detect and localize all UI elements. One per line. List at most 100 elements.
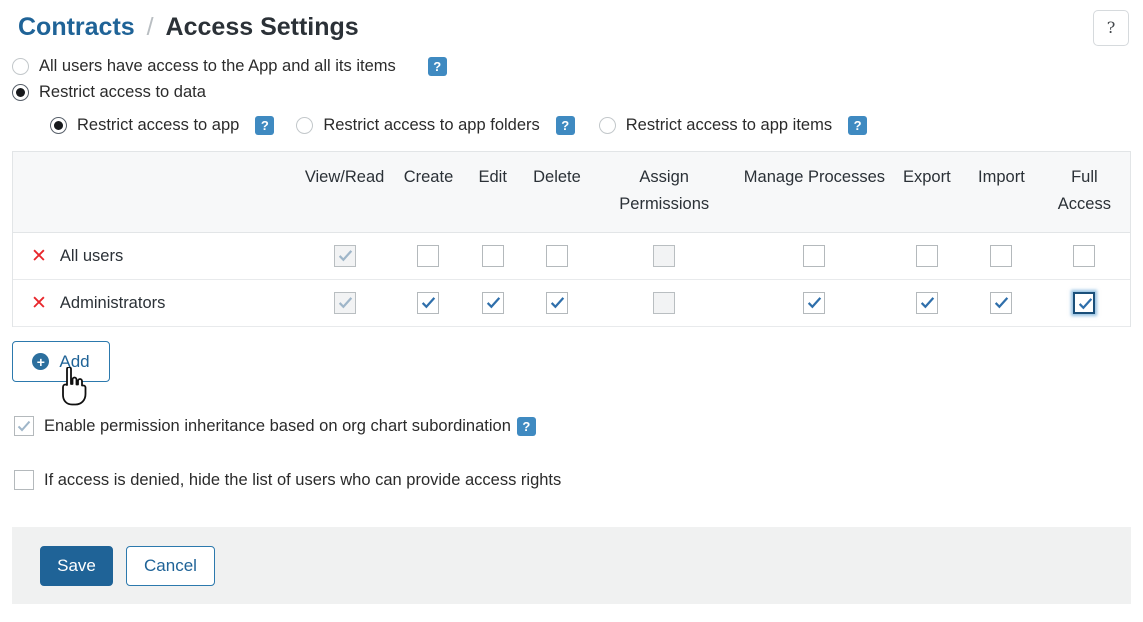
column-header-delete: Delete bbox=[524, 152, 590, 233]
permissions-header-row: View/Read Create Edit Delete Assign Perm… bbox=[13, 152, 1130, 233]
checkmark-icon bbox=[1079, 298, 1093, 310]
help-badge-restrict-app[interactable]: ? bbox=[255, 116, 275, 135]
permissions-table-body: ✕ All users ✕ Administrators bbox=[13, 232, 1130, 327]
access-mode-option-restrict[interactable]: Restrict access to data bbox=[0, 83, 1143, 102]
access-mode-label-restrict[interactable]: Restrict access to data bbox=[39, 83, 206, 102]
permission-cell-create bbox=[396, 279, 461, 327]
option-row-inheritance[interactable]: Enable permission inheritance based on o… bbox=[0, 416, 1143, 436]
radio-restrict-app[interactable] bbox=[50, 117, 67, 134]
restrict-scope-label-app-folders[interactable]: Restrict access to app folders bbox=[323, 116, 539, 135]
form-footer: Save Cancel bbox=[12, 527, 1131, 604]
add-button[interactable]: + Add bbox=[12, 341, 110, 382]
checkmark-icon bbox=[808, 297, 822, 309]
option-label-hide-user-list[interactable]: If access is denied, hide the list of us… bbox=[44, 471, 561, 490]
permission-cell-manage_processes bbox=[739, 279, 890, 327]
restrict-scope-group: Restrict access to app ? Restrict access… bbox=[0, 116, 1143, 135]
checkbox-manage_processes[interactable] bbox=[803, 245, 826, 267]
row-name-inner: ✕ Administrators bbox=[31, 293, 289, 313]
svg-text:?: ? bbox=[1107, 18, 1116, 37]
permissions-table: View/Read Create Edit Delete Assign Perm… bbox=[13, 152, 1130, 327]
column-header-import: Import bbox=[964, 152, 1039, 233]
help-badge-restrict-app-folders[interactable]: ? bbox=[555, 116, 575, 135]
checkbox-edit[interactable] bbox=[481, 292, 504, 314]
column-header-assign-permissions: Assign Permissions bbox=[589, 152, 740, 233]
permission-cell-full_access bbox=[1038, 279, 1130, 327]
table-row: ✕ All users bbox=[13, 232, 1130, 280]
checkbox-view_read bbox=[333, 245, 356, 267]
option-row-hide-user-list[interactable]: If access is denied, hide the list of us… bbox=[0, 470, 1143, 490]
help-badge-all-users-access[interactable]: ? bbox=[427, 57, 447, 76]
restrict-scope-label-app[interactable]: Restrict access to app bbox=[77, 116, 239, 135]
column-header-full-access: Full Access bbox=[1038, 152, 1130, 233]
breadcrumb: Contracts / Access Settings bbox=[18, 12, 359, 42]
permission-cell-full_access bbox=[1038, 232, 1130, 280]
checkmark-icon bbox=[920, 297, 935, 309]
permission-cell-view_read bbox=[292, 279, 397, 327]
restrict-scope-label-app-items[interactable]: Restrict access to app items bbox=[626, 116, 832, 135]
access-mode-label-all-users[interactable]: All users have access to the App and all… bbox=[39, 57, 396, 76]
red-x-icon[interactable]: ✕ bbox=[31, 293, 47, 313]
checkbox-import[interactable] bbox=[990, 245, 1013, 267]
column-header-edit: Edit bbox=[460, 152, 525, 233]
permission-cell-export bbox=[889, 232, 965, 280]
column-header-view-read: View/Read bbox=[292, 152, 397, 233]
column-header-name bbox=[13, 152, 293, 233]
checkmark-icon bbox=[995, 297, 1009, 309]
checkbox-export[interactable] bbox=[915, 245, 938, 267]
cancel-button[interactable]: Cancel bbox=[126, 545, 215, 586]
checkmark-icon bbox=[486, 297, 500, 309]
row-name-cell: ✕ Administrators bbox=[13, 279, 293, 327]
checkbox-delete[interactable] bbox=[545, 245, 568, 267]
add-button-label: Add bbox=[59, 351, 90, 371]
checkmark-icon bbox=[17, 420, 31, 432]
checkbox-create[interactable] bbox=[417, 245, 440, 267]
checkbox-full_access[interactable] bbox=[1073, 245, 1096, 267]
permission-cell-export bbox=[889, 279, 965, 327]
help-badge-inheritance[interactable]: ? bbox=[516, 416, 536, 436]
save-button[interactable]: Save bbox=[40, 545, 113, 586]
checkbox-import[interactable] bbox=[990, 292, 1013, 314]
help-button[interactable]: ? bbox=[1093, 10, 1129, 46]
option-label-inheritance[interactable]: Enable permission inheritance based on o… bbox=[44, 417, 511, 436]
row-name-inner: ✕ All users bbox=[31, 246, 289, 266]
checkmark-icon bbox=[550, 297, 565, 309]
radio-restrict-app-folders[interactable] bbox=[296, 117, 314, 134]
checkbox-create[interactable] bbox=[417, 292, 440, 314]
help-badge-restrict-app-items[interactable]: ? bbox=[848, 116, 868, 135]
row-name-cell: ✕ All users bbox=[13, 232, 293, 280]
permission-cell-delete bbox=[524, 279, 590, 327]
checkbox-full_access[interactable] bbox=[1073, 292, 1096, 314]
checkbox-assign_permissions bbox=[653, 292, 676, 314]
checkbox-delete[interactable] bbox=[545, 292, 568, 314]
page-title: Access Settings bbox=[165, 13, 359, 41]
breadcrumb-separator: / bbox=[146, 13, 154, 41]
radio-restrict-access-to-data[interactable] bbox=[12, 84, 29, 101]
radio-all-users-access[interactable] bbox=[12, 58, 29, 75]
access-mode-option-all-users[interactable]: All users have access to the App and all… bbox=[0, 57, 1143, 76]
checkbox-view_read bbox=[333, 292, 356, 314]
permission-cell-assign_permissions bbox=[589, 232, 740, 280]
permission-cell-edit bbox=[460, 279, 525, 327]
breadcrumb-link-contracts[interactable]: Contracts bbox=[18, 13, 135, 41]
checkbox-assign_permissions bbox=[653, 245, 676, 267]
red-x-icon[interactable]: ✕ bbox=[31, 246, 47, 266]
checkbox-export[interactable] bbox=[915, 292, 938, 314]
checkbox-hide-user-list[interactable] bbox=[14, 470, 34, 490]
column-header-export: Export bbox=[889, 152, 965, 233]
permission-cell-import bbox=[964, 279, 1039, 327]
column-header-manage-processes: Manage Processes bbox=[739, 152, 890, 233]
column-header-create: Create bbox=[396, 152, 461, 233]
permission-cell-import bbox=[964, 232, 1039, 280]
radio-restrict-app-items[interactable] bbox=[598, 117, 616, 134]
add-row-area: + Add bbox=[12, 341, 1143, 406]
checkbox-manage_processes[interactable] bbox=[803, 292, 826, 314]
plus-circle-icon: + bbox=[32, 353, 50, 370]
permission-cell-delete bbox=[524, 232, 590, 280]
checkbox-edit[interactable] bbox=[481, 245, 504, 267]
table-row: ✕ Administrators bbox=[13, 279, 1130, 327]
permission-cell-manage_processes bbox=[739, 232, 890, 280]
checkmark-icon bbox=[338, 250, 352, 262]
permissions-table-head: View/Read Create Edit Delete Assign Perm… bbox=[13, 152, 1130, 233]
checkmark-icon bbox=[338, 297, 352, 309]
checkbox-enable-inheritance[interactable] bbox=[14, 416, 34, 436]
